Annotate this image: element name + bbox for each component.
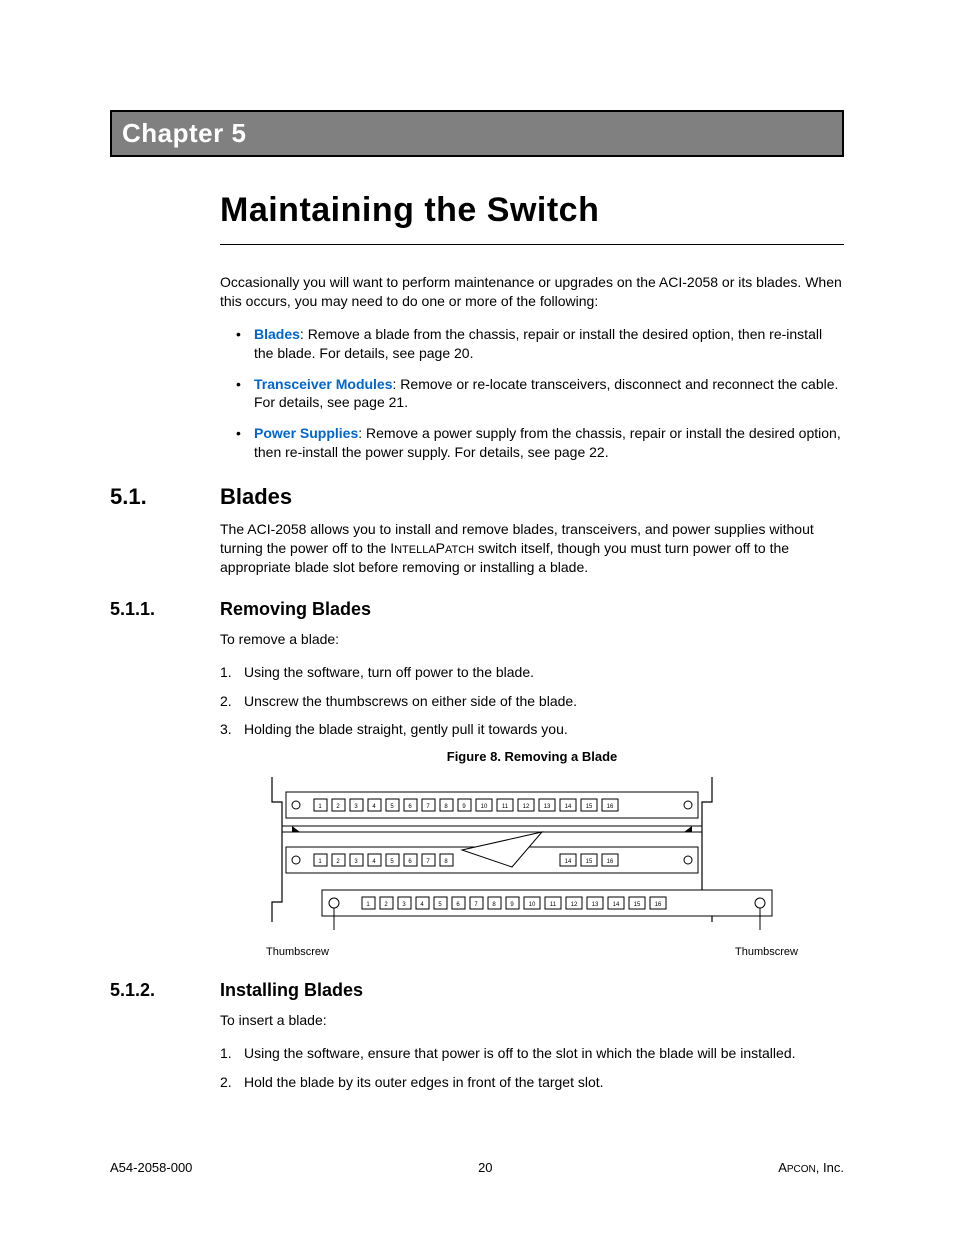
section-number: 5.1.2. bbox=[110, 980, 220, 1001]
svg-text:11: 11 bbox=[502, 804, 509, 810]
footer-page-number: 20 bbox=[478, 1160, 492, 1175]
svg-text:16: 16 bbox=[607, 804, 614, 810]
svg-text:13: 13 bbox=[544, 804, 551, 810]
svg-text:16: 16 bbox=[655, 902, 662, 908]
intro-paragraph: Occasionally you will want to perform ma… bbox=[220, 273, 844, 311]
body-text: , Inc. bbox=[816, 1160, 844, 1175]
remove-intro: To remove a blade: bbox=[220, 630, 844, 649]
blade-diagram-icon: 1 2 3 4 5 6 7 8 9 10 11 12 13 14 15 16 bbox=[262, 772, 802, 942]
figure-caption: Figure 8. Removing a Blade bbox=[220, 749, 844, 764]
chapter-bar: Chapter 5 bbox=[110, 110, 844, 157]
section-number: 5.1. bbox=[110, 484, 220, 510]
svg-text:15: 15 bbox=[634, 902, 641, 908]
section-title: Installing Blades bbox=[220, 980, 363, 1001]
figure-removing-blade: 1 2 3 4 5 6 7 8 9 10 11 12 13 14 15 16 bbox=[220, 772, 844, 958]
svg-text:15: 15 bbox=[586, 859, 593, 865]
svg-text:11: 11 bbox=[550, 902, 557, 908]
footer-doc-number: A54-2058-000 bbox=[110, 1160, 192, 1175]
list-item: Transceiver Modules: Remove or re-locate… bbox=[220, 375, 844, 413]
list-item: Using the software, turn off power to th… bbox=[220, 663, 844, 682]
thumbscrew-label-right: Thumbscrew bbox=[735, 946, 798, 958]
svg-text:10: 10 bbox=[481, 804, 488, 810]
intro-bullet-list: Blades: Remove a blade from the chassis,… bbox=[220, 325, 844, 462]
install-steps-list: Using the software, ensure that power is… bbox=[220, 1044, 844, 1092]
list-item: Power Supplies: Remove a power supply fr… bbox=[220, 424, 844, 462]
list-item: Blades: Remove a blade from the chassis,… bbox=[220, 325, 844, 363]
svg-text:14: 14 bbox=[613, 902, 620, 908]
body-text: PCON bbox=[787, 1164, 816, 1175]
svg-text:15: 15 bbox=[586, 804, 593, 810]
thumbscrew-label-left: Thumbscrew bbox=[266, 946, 329, 958]
list-item: Holding the blade straight, gently pull … bbox=[220, 720, 844, 739]
page-title: Maintaining the Switch bbox=[220, 191, 844, 230]
svg-text:13: 13 bbox=[592, 902, 599, 908]
list-item: Using the software, ensure that power is… bbox=[220, 1044, 844, 1063]
list-item: Unscrew the thumbscrews on either side o… bbox=[220, 692, 844, 711]
body-text: A bbox=[778, 1160, 787, 1175]
svg-text:12: 12 bbox=[523, 804, 530, 810]
link-power-supplies[interactable]: Power Supplies bbox=[254, 425, 358, 441]
section-5-1-1-heading: 5.1.1. Removing Blades bbox=[110, 599, 844, 620]
section-title: Removing Blades bbox=[220, 599, 371, 620]
title-rule bbox=[220, 244, 844, 245]
page-footer: A54-2058-000 20 APCON, Inc. bbox=[110, 1160, 844, 1175]
remove-steps-list: Using the software, turn off power to th… bbox=[220, 663, 844, 740]
section-5-1-para: The ACI-2058 allows you to install and r… bbox=[220, 520, 844, 577]
svg-text:12: 12 bbox=[571, 902, 578, 908]
body-text: P bbox=[436, 540, 445, 556]
section-5-1-heading: 5.1. Blades bbox=[110, 484, 844, 510]
section-5-1-2-heading: 5.1.2. Installing Blades bbox=[110, 980, 844, 1001]
section-title: Blades bbox=[220, 484, 292, 510]
section-number: 5.1.1. bbox=[110, 599, 220, 620]
link-blades[interactable]: Blades bbox=[254, 326, 300, 342]
svg-text:14: 14 bbox=[565, 804, 572, 810]
svg-text:14: 14 bbox=[565, 859, 572, 865]
body-text: NTELLA bbox=[394, 544, 436, 556]
footer-company: APCON, Inc. bbox=[778, 1160, 844, 1175]
link-transceiver-modules[interactable]: Transceiver Modules bbox=[254, 376, 393, 392]
install-intro: To insert a blade: bbox=[220, 1011, 844, 1030]
body-text: ATCH bbox=[445, 544, 474, 556]
svg-text:16: 16 bbox=[607, 859, 614, 865]
list-item-text: : Remove a blade from the chassis, repai… bbox=[254, 326, 822, 361]
svg-text:10: 10 bbox=[529, 902, 536, 908]
list-item: Hold the blade by its outer edges in fro… bbox=[220, 1073, 844, 1092]
